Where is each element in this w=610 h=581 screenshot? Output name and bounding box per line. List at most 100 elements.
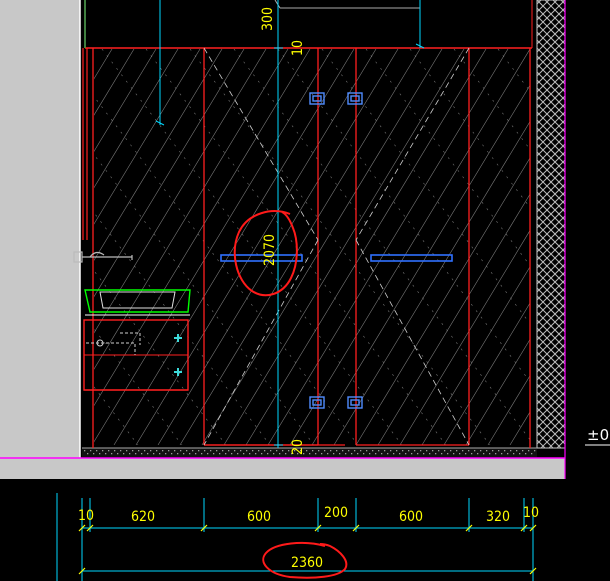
- dim-200: 200: [324, 505, 348, 521]
- floor-dot: [150, 450, 152, 452]
- floor-dot: [375, 453, 377, 455]
- dim-600-right: 600: [399, 509, 423, 525]
- floor-dot: [414, 450, 416, 452]
- floor-dot: [534, 450, 536, 452]
- floor-dot: [345, 453, 347, 455]
- floor-dot: [465, 453, 467, 455]
- floor-dot: [459, 453, 461, 455]
- floor-dot: [486, 450, 488, 452]
- floor-dot: [261, 453, 263, 455]
- floor-dot: [171, 453, 173, 455]
- floor-dot: [447, 453, 449, 455]
- floor-dot: [285, 453, 287, 455]
- cad-elevation-drawing: 300 10 2070 20 ±0 10 620 600 200 600 320…: [0, 0, 610, 581]
- floor-dot: [324, 450, 326, 452]
- floor-dot: [405, 453, 407, 455]
- floor-dot: [468, 450, 470, 452]
- floor-dot: [435, 453, 437, 455]
- floor-dot: [417, 453, 419, 455]
- floor-dot: [441, 453, 443, 455]
- floor-dot: [114, 450, 116, 452]
- floor-dot: [312, 450, 314, 452]
- floor-dot: [111, 453, 113, 455]
- floor-dot: [477, 453, 479, 455]
- floor-dot: [351, 453, 353, 455]
- floor-dot: [411, 453, 413, 455]
- floor-dot: [231, 453, 233, 455]
- floor-dot: [84, 450, 86, 452]
- floor-dot: [267, 453, 269, 455]
- floor-dot: [429, 453, 431, 455]
- floor-dot: [525, 453, 527, 455]
- floor-dot: [315, 453, 317, 455]
- floor-dot: [426, 450, 428, 452]
- floor-dot: [339, 453, 341, 455]
- floor-dot: [372, 450, 374, 452]
- floor-dot: [177, 453, 179, 455]
- dim-right-10: 10: [523, 505, 539, 521]
- floor-dot: [342, 450, 344, 452]
- floor-dot: [366, 450, 368, 452]
- floor-dot: [408, 450, 410, 452]
- floor-dot: [138, 450, 140, 452]
- dim-320: 320: [486, 509, 510, 525]
- floor-dot: [198, 450, 200, 452]
- floor-dot: [492, 450, 494, 452]
- floor-dot: [510, 450, 512, 452]
- floor-dot: [420, 450, 422, 452]
- floor-dot: [165, 453, 167, 455]
- floor-dot: [228, 450, 230, 452]
- floor-slab: [0, 447, 566, 479]
- floor-dot: [528, 450, 530, 452]
- floor-dot: [363, 453, 365, 455]
- floor-dot: [471, 453, 473, 455]
- floor-dot: [453, 453, 455, 455]
- floor-dot: [189, 453, 191, 455]
- floor-dot: [306, 450, 308, 452]
- floor-dot: [333, 453, 335, 455]
- floor-dot: [381, 453, 383, 455]
- floor-dot: [495, 453, 497, 455]
- dim-10-top: 10: [290, 40, 306, 56]
- floor-dot: [96, 450, 98, 452]
- floor-dot: [423, 453, 425, 455]
- floor-dot: [120, 450, 122, 452]
- floor-dot: [273, 453, 275, 455]
- floor-dot: [195, 453, 197, 455]
- floor-dot: [513, 453, 515, 455]
- floor-dot: [402, 450, 404, 452]
- floor-dot: [219, 453, 221, 455]
- dim-2070: 2070: [262, 234, 278, 266]
- floor-dot: [498, 450, 500, 452]
- floor-dot: [186, 450, 188, 452]
- floor-dot: [369, 453, 371, 455]
- floor-dot: [207, 453, 209, 455]
- floor-dot: [168, 450, 170, 452]
- floor-dot: [483, 453, 485, 455]
- elevation-marker: ±0: [585, 426, 610, 446]
- floor-dot: [504, 450, 506, 452]
- floor-dot: [174, 450, 176, 452]
- floor-dot: [462, 450, 464, 452]
- floor-dot: [390, 450, 392, 452]
- floor-dot: [90, 450, 92, 452]
- floor-dot: [201, 453, 203, 455]
- floor-dot: [264, 450, 266, 452]
- elevation-zero-label: ±0: [587, 426, 609, 444]
- floor-dot: [162, 450, 164, 452]
- dim-total-2360: 2360: [291, 555, 323, 571]
- floor-dot: [396, 450, 398, 452]
- floor-dot: [249, 453, 251, 455]
- floor-dot: [255, 453, 257, 455]
- floor-dot: [87, 453, 89, 455]
- floor-dot: [258, 450, 260, 452]
- floor-dot: [330, 450, 332, 452]
- floor-dot: [270, 450, 272, 452]
- floor-dot: [252, 450, 254, 452]
- floor-dot: [129, 453, 131, 455]
- floor-dot: [210, 450, 212, 452]
- floor-dot: [99, 453, 101, 455]
- left-wall: [0, 0, 86, 458]
- floor-dot: [522, 450, 524, 452]
- dim-620: 620: [131, 509, 155, 525]
